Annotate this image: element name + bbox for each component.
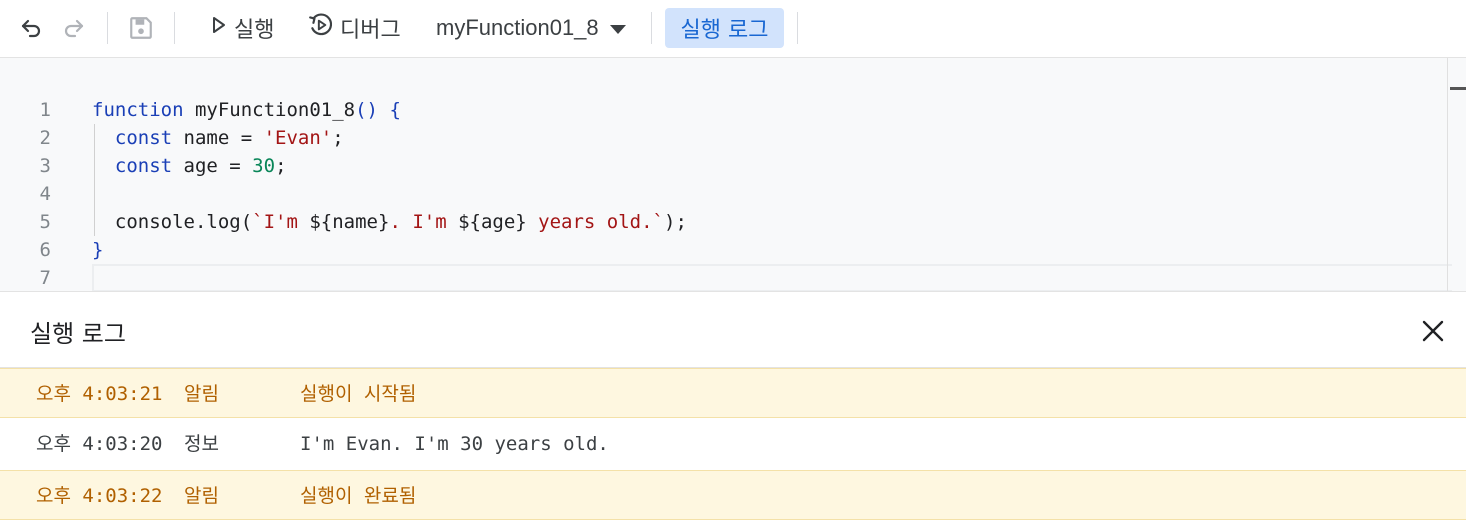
toolbar-divider [107,12,108,44]
redo-icon[interactable] [58,13,90,43]
toolbar-divider [651,12,652,44]
line-number: 1 [39,99,51,121]
vertical-scrollbar[interactable] [1447,58,1448,291]
code-line: } [92,236,103,264]
play-icon [208,15,228,41]
code-line: const age = 30; [92,152,287,180]
code-token: { [389,99,401,121]
code-token: ${age} [458,211,527,233]
debug-button[interactable]: 디버그 [300,8,409,48]
debug-label: 디버그 [340,18,401,43]
log-message: 실행이 완료됨 [300,485,417,507]
code-token: } [92,239,104,261]
toolbar-divider [797,12,798,44]
code-token: () [355,99,378,121]
undo-icon[interactable] [15,13,47,43]
log-time: 오후 4:03:20 [36,433,163,455]
code-token: years old.` [526,211,664,233]
line-number: 6 [39,239,51,261]
line-number: 5 [39,211,51,233]
code-token: 30 [252,155,276,177]
scrollbar-position-marker[interactable] [1450,87,1466,90]
log-panel-header: 실행 로그 [0,292,1466,368]
log-panel-title: 실행 로그 [30,320,126,348]
code-line: function myFunction01_8() { [92,96,401,124]
run-label: 실행 [234,18,275,43]
execution-log-panel: 실행 로그 오후 4:03:21 알림 실행이 시작됨 오후 4:03:20 정… [0,291,1466,520]
run-button[interactable]: 실행 [200,8,282,48]
dropdown-arrow-icon [609,15,627,41]
code-token: `I'm [252,211,310,233]
log-level: 정보 [184,433,219,455]
code-token: myFunction01_8 [183,99,356,121]
code-token: ); [664,211,687,233]
function-select-value: myFunction01_8 [436,15,599,40]
current-line-highlight [92,264,1452,291]
function-select[interactable]: myFunction01_8 [428,8,635,48]
code-token: age = [172,155,253,177]
code-token: function [92,99,184,121]
code-token: 'Evan' [263,127,333,149]
code-token: console.log( [92,211,253,233]
log-level: 알림 [184,383,219,405]
save-icon[interactable] [125,13,157,43]
code-token: const [114,127,173,149]
log-row: 오후 4:03:20 정보 I'm Evan. I'm 30 years old… [0,419,1466,469]
log-message: 실행이 시작됨 [300,383,417,405]
log-level: 알림 [184,485,219,507]
code-line: const name = 'Evan'; [92,124,344,152]
log-row: 오후 4:03:21 알림 실행이 시작됨 [0,368,1466,418]
code-line: console.log(`I'm ${name}. I'm ${age} yea… [92,208,687,236]
toolbar-divider [174,12,175,44]
code-token: . I'm [389,211,459,233]
code-token: ; [275,155,287,177]
log-time: 오후 4:03:21 [36,383,163,405]
close-icon[interactable] [1416,314,1450,348]
debug-icon [308,12,334,44]
execution-log-button[interactable]: 실행 로그 [665,8,784,48]
line-number: 7 [39,267,51,289]
line-number: 2 [39,127,51,149]
line-number: 3 [39,155,51,177]
line-number: 4 [39,183,51,205]
log-row: 오후 4:03:22 알림 실행이 완료됨 [0,470,1466,520]
log-time: 오후 4:03:22 [36,485,163,507]
code-editor[interactable]: 1 2 3 4 5 6 7 function myFunction01_8() … [0,58,1466,291]
code-token: ${name} [309,211,390,233]
code-token: const [114,155,173,177]
code-token: name = [172,127,264,149]
log-message: I'm Evan. I'm 30 years old. [300,433,609,455]
toolbar: 실행 디버그 myFunction01_8 실행 로그 [0,0,1466,58]
code-token: ; [332,127,344,149]
